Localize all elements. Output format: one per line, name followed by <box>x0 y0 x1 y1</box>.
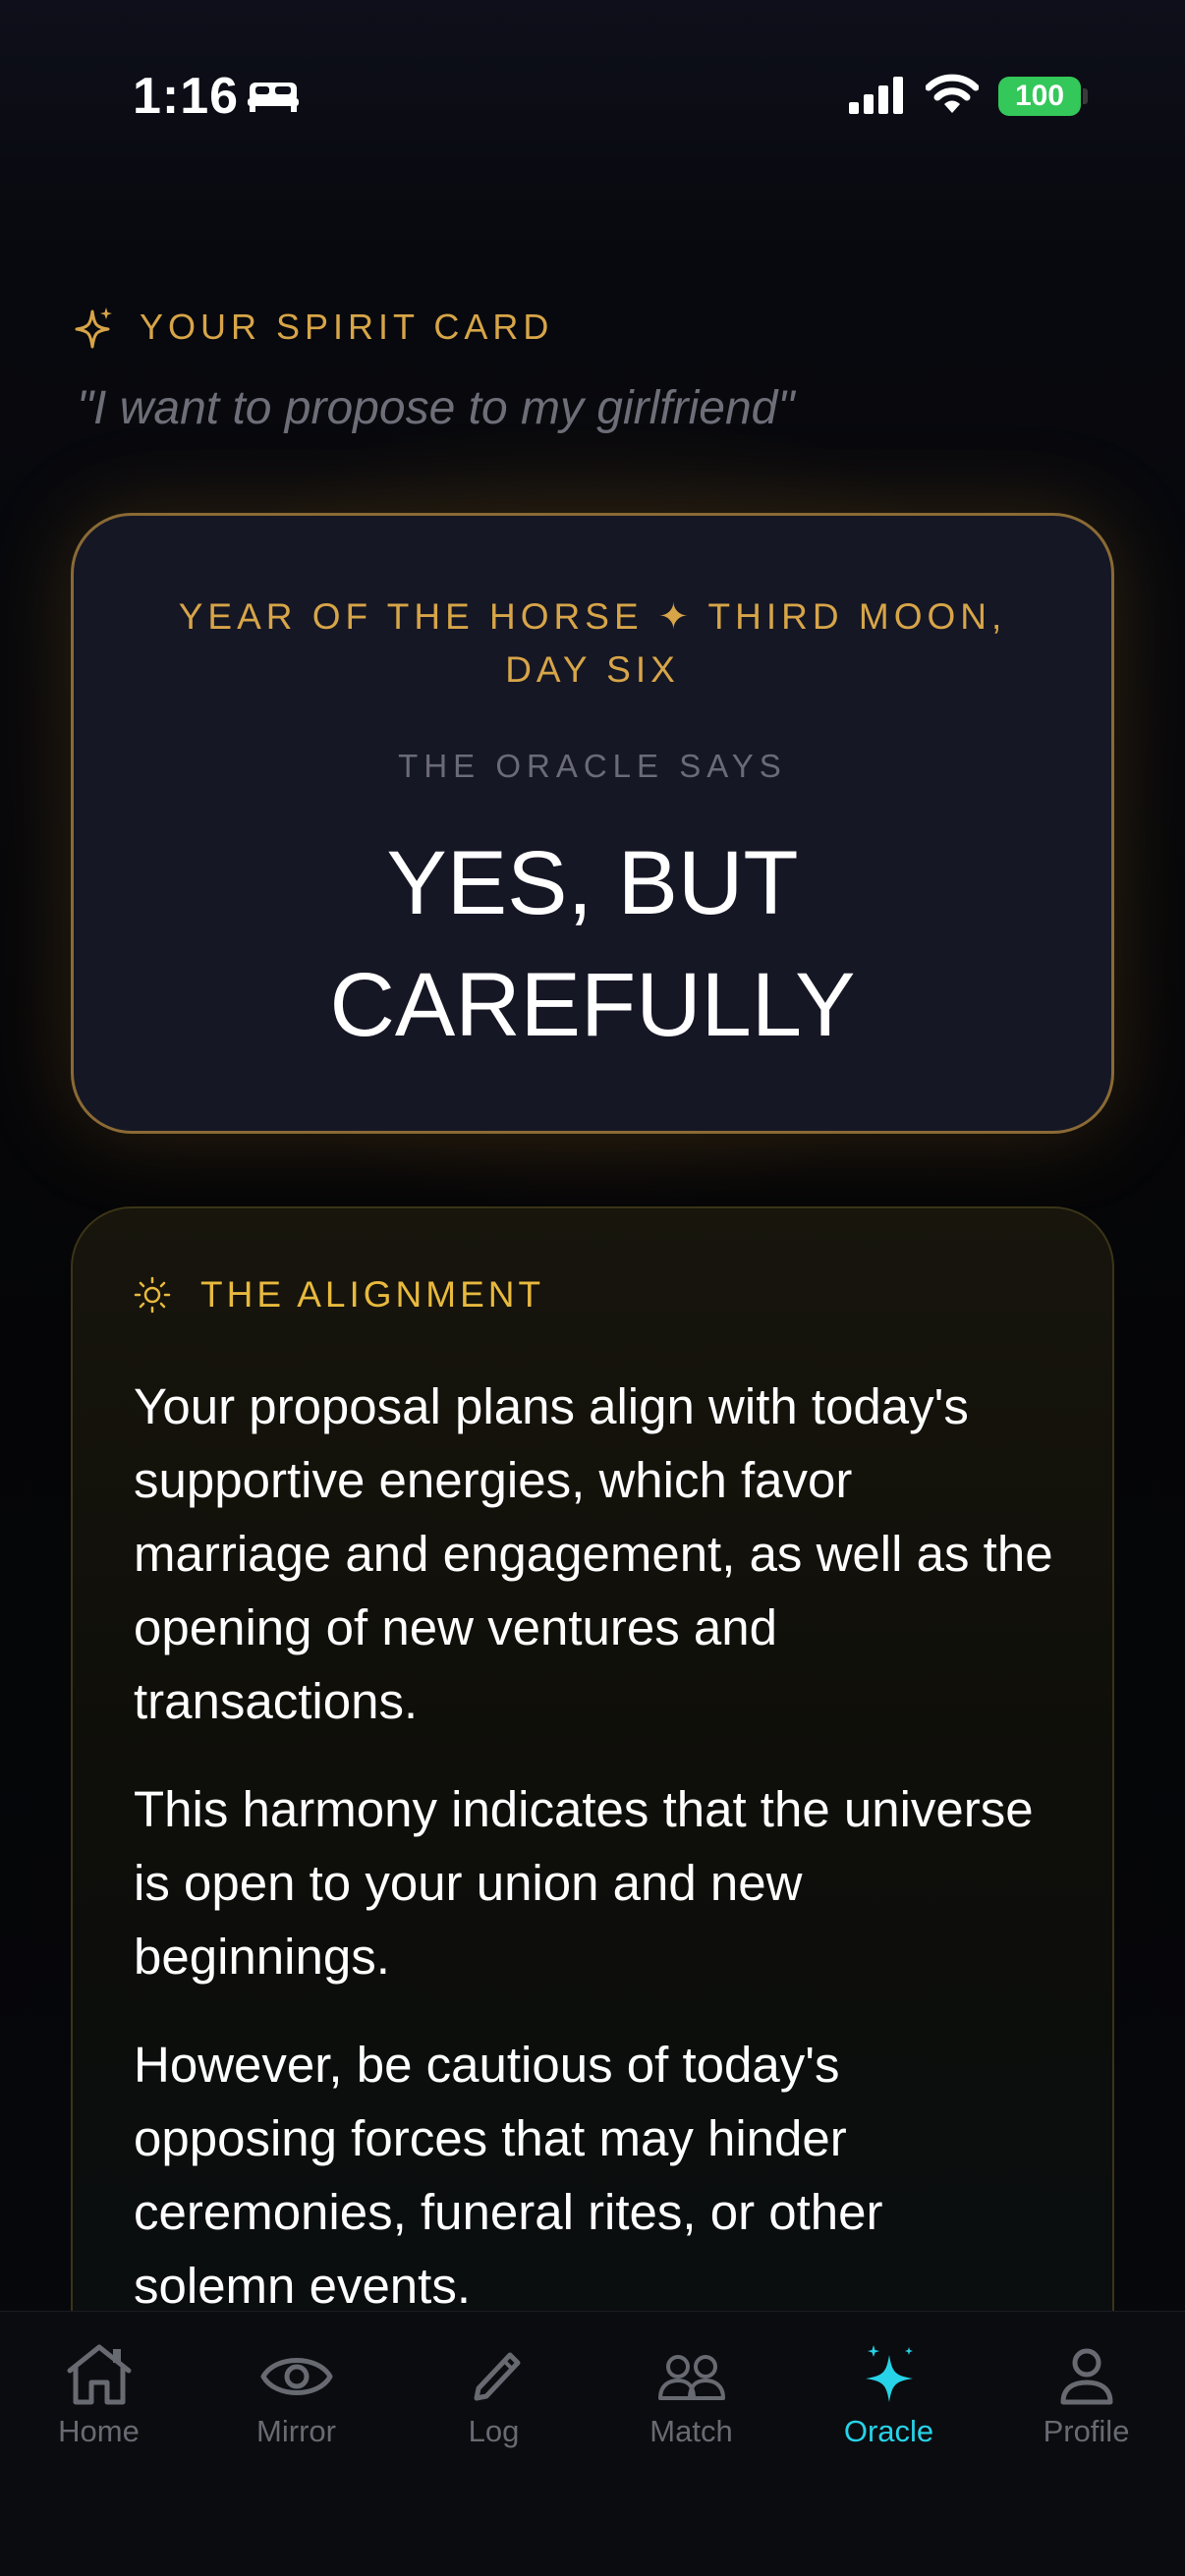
tab-label: Profile <box>1043 2414 1130 2448</box>
tab-bar: Home Mirror Log Match Oracle Profile <box>0 2311 1185 2576</box>
tab-label: Oracle <box>843 2414 934 2448</box>
verdict-line-2: CAREFULLY <box>329 955 856 1055</box>
sparkles-icon <box>865 2345 913 2402</box>
battery-nub <box>1083 88 1088 104</box>
lunar-date: YEAR OF THE HORSE ✦ THIRD MOON, DAY SIX <box>133 590 1052 697</box>
lunar-date-year: YEAR OF THE HORSE <box>178 596 644 637</box>
lunar-date-moon: THIRD MOON, <box>707 596 1007 637</box>
home-icon <box>67 2344 131 2405</box>
tab-label: Log <box>468 2414 520 2448</box>
spirit-card-header: YOUR SPIRIT CARD <box>73 303 553 352</box>
oracle-screen: 1:16 100 YOUR SPIRIT CARD "I want to pro… <box>0 0 1185 2576</box>
verdict-line-1: YES, BUT <box>386 833 799 933</box>
alignment-card: THE ALIGNMENT Your proposal plans align … <box>71 1206 1114 2385</box>
section-title: YOUR SPIRIT CARD <box>140 307 554 347</box>
wifi-icon <box>925 73 980 121</box>
alignment-title: THE ALIGNMENT <box>200 1274 545 1315</box>
cellular-signal-icon <box>849 77 906 119</box>
battery-indicator: 100 <box>998 77 1081 116</box>
tab-label: Match <box>649 2414 733 2448</box>
status-time: 1:16 <box>133 68 240 125</box>
pencil-icon <box>474 2352 520 2401</box>
sun-icon <box>134 1276 171 1314</box>
tab-label: Home <box>58 2414 140 2448</box>
eye-icon <box>260 2358 332 2395</box>
tab-profile[interactable]: Profile <box>988 2341 1185 2449</box>
person-icon <box>1060 2348 1112 2405</box>
alignment-paragraph: However, be cautious of today's opposing… <box>134 2037 883 2314</box>
star-separator-icon: ✦ <box>657 596 694 637</box>
tab-home[interactable]: Home <box>0 2341 198 2449</box>
people-icon <box>657 2355 725 2400</box>
sparkle-icon <box>75 308 112 349</box>
alignment-paragraph: Your proposal plans align with today's s… <box>134 1378 1053 1729</box>
tab-label: Mirror <box>256 2414 336 2448</box>
user-question: "I want to propose to my girlfriend" <box>77 382 795 434</box>
spirit-card: YEAR OF THE HORSE ✦ THIRD MOON, DAY SIX … <box>71 513 1114 1134</box>
oracle-verdict: YES, BUT CAREFULLY <box>113 822 1072 1066</box>
alignment-body: Your proposal plans align with today's s… <box>134 1370 1053 2357</box>
alignment-paragraph: This harmony indicates that the universe… <box>134 1781 1034 1985</box>
oracle-label: THE ORACLE SAYS <box>398 748 787 784</box>
tab-oracle[interactable]: Oracle <box>790 2341 988 2449</box>
tab-mirror[interactable]: Mirror <box>198 2341 395 2449</box>
tab-match[interactable]: Match <box>592 2341 790 2449</box>
status-bar: 1:16 100 <box>0 0 1185 196</box>
alignment-header: THE ALIGNMENT <box>134 1267 544 1322</box>
sleep-focus-icon <box>246 77 301 119</box>
lunar-date-day: DAY SIX <box>505 649 680 690</box>
tab-log[interactable]: Log <box>395 2341 592 2449</box>
